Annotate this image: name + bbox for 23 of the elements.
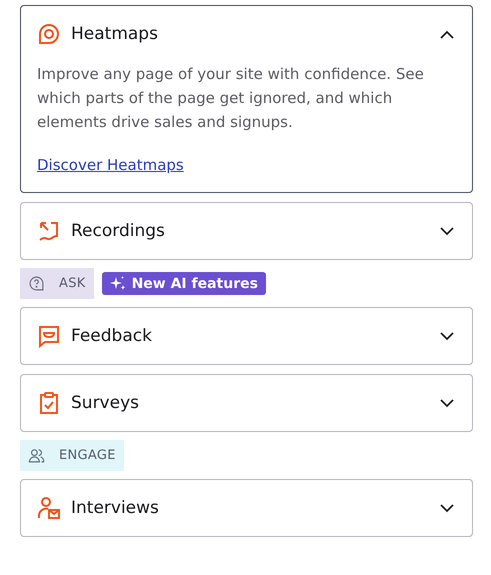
sparkle-icon bbox=[110, 276, 126, 292]
pin-icon bbox=[37, 22, 61, 46]
cursor-path-icon bbox=[37, 219, 61, 243]
accordion-title[interactable]: Feedback bbox=[71, 326, 430, 346]
section-title: ENGAGE bbox=[59, 448, 116, 463]
clipboard-check-icon bbox=[37, 391, 61, 415]
discover-link[interactable]: Discover Heatmaps bbox=[37, 156, 184, 174]
accordion-title[interactable]: Interviews bbox=[71, 498, 430, 518]
accordion-title[interactable]: Surveys bbox=[71, 393, 430, 413]
description-text: Improve any page of your site with confidence. See which parts of the page get ignored, and which elements drive sales and signups. bbox=[37, 64, 425, 133]
accordion-title[interactable]: Recordings bbox=[71, 221, 430, 241]
chevron-down-icon bbox=[440, 332, 454, 340]
chevron-up-icon bbox=[440, 30, 454, 38]
chevron-down-icon bbox=[440, 226, 454, 236]
question-bubble-icon bbox=[28, 275, 45, 292]
section-title: ASK bbox=[59, 276, 86, 291]
person-mail-icon bbox=[37, 496, 61, 520]
accordion-title[interactable]: Heatmaps bbox=[71, 24, 430, 44]
chevron-down-icon bbox=[440, 398, 454, 408]
chat-bubble-icon bbox=[37, 324, 61, 348]
people-icon bbox=[28, 447, 45, 464]
chevron-down-icon bbox=[440, 504, 454, 512]
badge-text: New AI features bbox=[132, 276, 258, 292]
